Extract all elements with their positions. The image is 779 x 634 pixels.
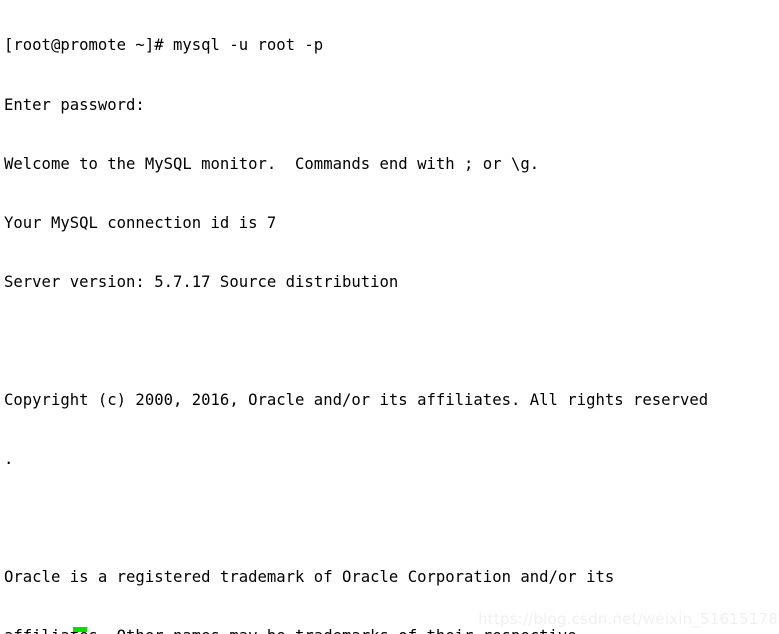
terminal-line: .	[4, 450, 14, 469]
terminal-window[interactable]: [root@promote ~]# mysql -u root -p Enter…	[0, 0, 779, 634]
terminal-cursor	[73, 627, 87, 632]
watermark: https://blog.csdn.net/weixin_51615178	[478, 610, 778, 629]
terminal-line: Server version: 5.7.17 Source distributi…	[4, 272, 399, 291]
terminal-line: Enter password:	[4, 95, 145, 114]
terminal-line: [root@promote ~]# mysql -u root -p	[4, 36, 324, 55]
terminal-line: Your MySQL connection id is 7	[4, 213, 277, 232]
terminal-line: Oracle is a registered trademark of Orac…	[4, 568, 615, 587]
terminal-output: [root@promote ~]# mysql -u root -p Enter…	[4, 0, 708, 634]
terminal-line: Welcome to the MySQL monitor. Commands e…	[4, 154, 540, 173]
terminal-line: Copyright (c) 2000, 2016, Oracle and/or …	[4, 390, 709, 409]
